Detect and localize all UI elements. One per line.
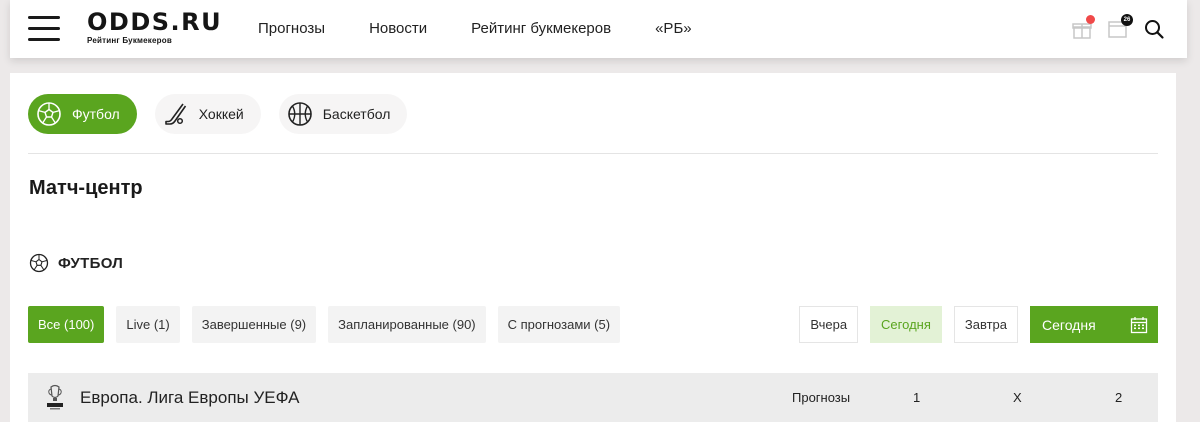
page-title: Матч-центр xyxy=(29,177,143,199)
day-tomorrow[interactable]: Завтра xyxy=(953,306,1018,343)
europa-league-logo xyxy=(47,384,63,410)
gift-icon[interactable] xyxy=(1071,15,1095,40)
tab-hockey[interactable]: Хоккей xyxy=(154,94,261,134)
search-icon[interactable] xyxy=(1143,18,1165,40)
tab-label: Хоккей xyxy=(198,106,244,122)
main-nav: Прогнозы Новости Рейтинг букмекеров «РБ» xyxy=(258,20,736,37)
filter-live[interactable]: Live (1) xyxy=(116,306,180,343)
logo-text: ODDS.RU xyxy=(87,8,223,36)
calendar-badge: 26 xyxy=(1121,14,1133,26)
col-draw: X xyxy=(1013,390,1022,405)
tab-football[interactable]: Футбол xyxy=(28,94,137,134)
tab-label: Футбол xyxy=(72,106,120,122)
nav-bookmaker-rating[interactable]: Рейтинг букмекеров xyxy=(471,20,611,37)
header-actions: 26 xyxy=(1057,14,1165,40)
filter-with-forecasts[interactable]: С прогнозами (5) xyxy=(497,306,621,343)
site-logo[interactable]: ODDS.RU Рейтинг Букмекеров xyxy=(87,9,222,45)
nav-news[interactable]: Новости xyxy=(369,20,427,37)
league-name: Европа. Лига Европы УЕФА xyxy=(80,388,300,407)
nav-forecasts[interactable]: Прогнозы xyxy=(258,20,325,37)
divider xyxy=(28,153,1158,154)
date-picker-label: Сегодня xyxy=(1042,316,1096,333)
soccer-ball-icon xyxy=(29,253,49,273)
day-today[interactable]: Сегодня xyxy=(870,306,942,343)
notification-dot xyxy=(1086,15,1095,24)
filter-finished[interactable]: Завершенные (9) xyxy=(191,306,317,343)
sport-tabs: Футбол Хоккей Баскетбол xyxy=(28,94,425,134)
col-home-win: 1 xyxy=(913,390,921,405)
section-heading: ФУТБОЛ xyxy=(29,253,123,273)
hockey-stick-icon xyxy=(164,103,186,125)
basketball-icon xyxy=(287,102,312,126)
filter-scheduled[interactable]: Запланированные (90) xyxy=(328,306,486,343)
day-yesterday[interactable]: Вчера xyxy=(799,306,859,343)
menu-icon[interactable] xyxy=(28,16,60,42)
col-away-win: 2 xyxy=(1115,390,1123,405)
tab-basketball[interactable]: Баскетбол xyxy=(278,94,408,134)
calendar-icon[interactable]: 26 xyxy=(1107,14,1133,40)
site-header: ODDS.RU Рейтинг Букмекеров Прогнозы Ново… xyxy=(10,0,1187,58)
date-picker-button[interactable]: Сегодня xyxy=(1030,306,1158,343)
logo-subtitle: Рейтинг Букмекеров xyxy=(87,36,172,45)
nav-rb[interactable]: «РБ» xyxy=(655,20,692,37)
calendar-icon xyxy=(1130,316,1148,333)
soccer-ball-icon xyxy=(37,102,61,126)
tab-label: Баскетбол xyxy=(322,106,391,122)
league-row[interactable]: Европа. Лига Европы УЕФА Прогнозы 1 X 2 xyxy=(28,373,1158,422)
filter-all[interactable]: Все (100) xyxy=(28,306,105,343)
match-filters: Все (100) Live (1) Завершенные (9) Запла… xyxy=(28,306,632,343)
col-forecasts: Прогнозы xyxy=(792,390,851,405)
day-selector: Вчера Сегодня Завтра Сегодня xyxy=(787,306,1158,343)
match-center-card: Футбол Хоккей Баскетбол Матч-центр ФУТБО… xyxy=(10,73,1176,422)
section-title: ФУТБОЛ xyxy=(58,254,124,272)
